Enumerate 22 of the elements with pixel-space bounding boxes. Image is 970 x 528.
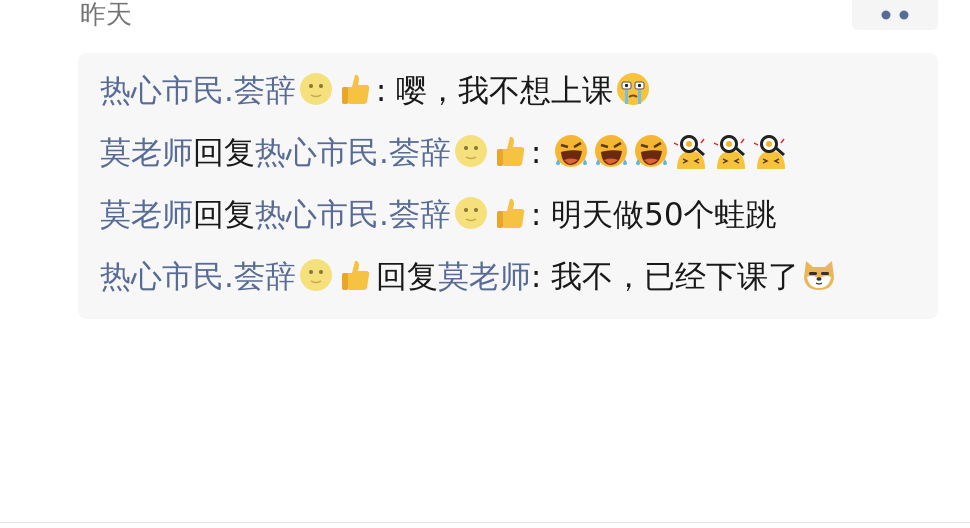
date-label: 昨天 [80, 0, 132, 30]
comment: 热心市民.荟辞 回复莫老师: 我不，已经下课了 [100, 249, 900, 305]
moon-face-icon [298, 71, 334, 107]
laughing-face-icon [553, 133, 590, 169]
comment: 莫老师回复热心市民.荟辞 : [100, 125, 900, 181]
user-name-link[interactable]: 热心市民.荟辞 [100, 259, 296, 295]
user-name-link[interactable]: 莫老师 [438, 259, 531, 295]
comment: 热心市民.荟辞 : 嘤，我不想上课 [100, 63, 900, 119]
user-name-link[interactable]: 热心市民.荟辞 [255, 197, 451, 233]
user-name-link[interactable]: 热心市民.荟辞 [255, 135, 451, 171]
crying-face-icon [615, 71, 652, 107]
moon-face-icon [452, 195, 489, 231]
user-name-link[interactable]: 莫老师 [100, 135, 193, 171]
dots-icon [880, 10, 910, 20]
laughing-face-icon [593, 133, 630, 169]
moon-face-icon [452, 133, 489, 169]
comment: 莫老师回复热心市民.荟辞 : 明天做50个蛙跳 [100, 194, 778, 235]
user-name-link[interactable]: 莫老师 [100, 197, 193, 233]
moon-face-icon [298, 257, 334, 293]
user-name-link[interactable]: 热心市民.荟辞 [100, 73, 296, 109]
laughing-face-icon [633, 133, 670, 169]
more-button[interactable] [852, 0, 938, 30]
